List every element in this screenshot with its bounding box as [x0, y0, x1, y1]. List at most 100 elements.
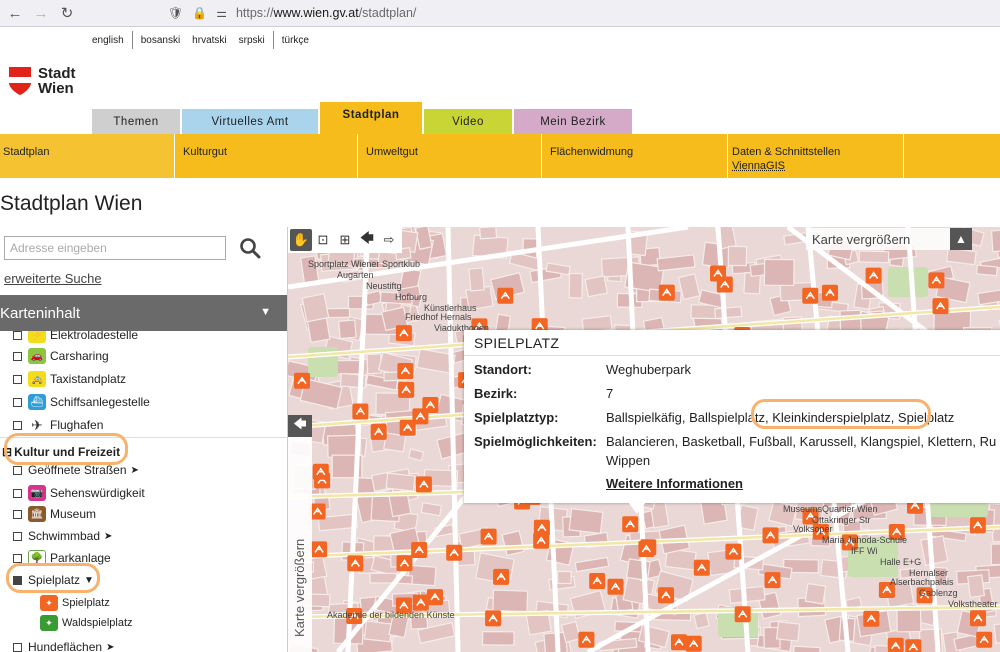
chevron-down-icon[interactable]: ▼ [260, 306, 271, 318]
layer-checkbox-checked[interactable] [13, 575, 22, 585]
subnav-kulturgut[interactable]: Kulturgut [175, 134, 358, 178]
playground-marker-icon[interactable] [887, 637, 904, 652]
lang-srpski[interactable]: srpski [231, 35, 273, 46]
layer-museum[interactable]: 🏛 Museum [13, 505, 96, 523]
layer-checkbox[interactable] [13, 351, 22, 361]
playground-marker-icon[interactable] [710, 265, 726, 282]
playground-marker-icon[interactable] [397, 363, 414, 379]
layer-checkbox[interactable] [13, 488, 22, 498]
layer-flughafen[interactable]: ✈ Flughafen [13, 416, 103, 434]
subnav-umweltgut[interactable]: Umweltgut [358, 134, 542, 178]
playground-marker-icon[interactable] [485, 610, 502, 627]
zoom-box-icon[interactable]: ⊡ [312, 229, 334, 251]
playground-marker-icon[interactable] [497, 287, 514, 304]
back-icon[interactable]: ← [2, 0, 28, 26]
playground-marker-icon[interactable] [693, 559, 710, 576]
playground-marker-icon[interactable] [578, 631, 595, 648]
playground-marker-icon[interactable] [622, 516, 639, 533]
playground-marker-icon[interactable] [802, 287, 819, 304]
playground-marker-icon[interactable] [446, 544, 463, 561]
playground-marker-icon[interactable] [734, 606, 751, 623]
hand-pan-icon[interactable]: ✋ [290, 229, 312, 251]
subnav-flaechenwidmung[interactable]: Flächenwidmung [542, 134, 728, 178]
chevron-right-icon[interactable]: ➤ [131, 465, 139, 476]
tab-video[interactable]: Video [424, 109, 512, 134]
layer-hundeflaechen[interactable]: Hundeflächen ➤ [13, 638, 114, 652]
playground-marker-icon[interactable] [399, 419, 416, 436]
layer-checkbox[interactable] [13, 397, 22, 407]
layer-checkbox[interactable] [13, 509, 22, 519]
advanced-search-link[interactable]: erweiterte Suche [4, 271, 102, 286]
playground-marker-icon[interactable] [969, 517, 986, 534]
tab-mein-bezirk[interactable]: Mein Bezirk [514, 109, 632, 134]
lang-tuerkce[interactable]: türkçe [274, 35, 317, 46]
playground-marker-icon[interactable] [976, 631, 993, 648]
karteninhalt-header[interactable]: Karteninhalt ▼ [0, 295, 287, 331]
map-view[interactable]: Sportplatz Wiener Sportklub Friedhof Hern… [288, 227, 1000, 652]
playground-marker-icon[interactable] [427, 589, 443, 606]
layer-checkbox[interactable] [13, 553, 22, 563]
map-enlarge-label[interactable]: Karte vergrößern [806, 228, 950, 250]
playground-marker-icon[interactable] [863, 610, 880, 627]
tab-themen[interactable]: Themen [92, 109, 180, 134]
minus-icon[interactable]: ⊟ [2, 445, 12, 459]
layer-checkbox[interactable] [13, 420, 22, 430]
playground-marker-icon[interactable] [411, 542, 428, 558]
playground-marker-icon[interactable] [422, 397, 439, 413]
playground-marker-icon[interactable] [398, 381, 415, 398]
playground-marker-icon[interactable] [347, 555, 364, 572]
layer-spielplatz[interactable]: Spielplatz ▼ [13, 571, 94, 589]
arrow-left-icon[interactable]: 🡄 [356, 229, 378, 251]
chevron-down-icon[interactable]: ▼ [84, 575, 94, 586]
zoom-extent-icon[interactable]: ⊞ [334, 229, 356, 251]
layer-geoeffnete-strassen[interactable]: Geöffnete Straßen ➤ [13, 461, 139, 479]
playground-marker-icon[interactable] [762, 527, 779, 544]
address-search-input[interactable] [4, 236, 226, 260]
url-bar[interactable]: 🛡 🔒 ⚌ https://www.wien.gv.at/stadtplan/ [168, 2, 416, 24]
tab-stadtplan[interactable]: Stadtplan [320, 102, 422, 134]
playground-marker-icon[interactable] [764, 572, 781, 589]
playground-marker-icon[interactable] [905, 639, 922, 652]
layer-checkbox[interactable] [13, 531, 22, 541]
lang-bosanski[interactable]: bosanski [133, 35, 188, 46]
layer-checkbox[interactable] [13, 374, 22, 384]
playground-marker-icon[interactable] [370, 423, 387, 440]
playground-marker-icon[interactable] [725, 543, 742, 560]
playground-marker-icon[interactable] [533, 532, 550, 549]
subnav-daten-schnittstellen[interactable]: Daten & Schnittstellen ViennaGIS [728, 134, 904, 178]
playground-marker-icon[interactable] [396, 555, 413, 572]
layer-elektroladestelle[interactable]: ⚡ Elektroladestelle [13, 331, 138, 344]
layer-checkbox[interactable] [13, 331, 22, 340]
layer-sehenswuerdigkeit[interactable]: 📷 Sehenswürdigkeit [13, 484, 145, 502]
layer-taxistandplatz[interactable]: 🚕 Taxistandplatz [13, 370, 126, 388]
playground-marker-icon[interactable] [589, 573, 606, 589]
layer-carsharing[interactable]: 🚗 Carsharing [13, 347, 109, 365]
playground-marker-icon[interactable] [822, 284, 838, 301]
lang-hrvatski[interactable]: hrvatski [188, 35, 230, 46]
playground-marker-icon[interactable] [638, 541, 655, 557]
collapse-sidebar-arrow-icon[interactable]: 🡄 [288, 415, 312, 437]
playground-marker-icon[interactable] [352, 403, 369, 420]
playground-marker-icon[interactable] [312, 463, 329, 480]
layer-parkanlage[interactable]: 🌳 Parkanlage [13, 549, 111, 567]
playground-marker-icon[interactable] [970, 610, 986, 627]
playground-marker-icon[interactable] [309, 503, 326, 520]
playground-marker-icon[interactable] [658, 284, 675, 301]
playground-marker-icon[interactable] [415, 476, 432, 493]
group-kultur-und-freizeit[interactable]: ⊟ Kultur und Freizeit [2, 443, 120, 461]
search-icon[interactable] [238, 236, 262, 260]
side-enlarge-bar[interactable]: Karte vergrößern [288, 437, 312, 652]
playground-marker-icon[interactable] [493, 568, 510, 585]
playground-marker-icon[interactable] [412, 594, 429, 611]
playground-marker-icon[interactable] [311, 541, 328, 558]
arrow-right-icon[interactable]: ⇨ [378, 229, 400, 251]
playground-marker-icon[interactable] [395, 325, 412, 342]
reload-icon[interactable]: ↻ [54, 0, 80, 26]
playground-marker-icon[interactable] [865, 267, 882, 284]
layer-schiffsanlegestelle[interactable]: ⛴ Schiffsanlegestelle [13, 393, 150, 411]
subnav-stadtplan[interactable]: Stadtplan [0, 134, 175, 178]
playground-marker-icon[interactable] [480, 528, 497, 545]
arrow-up-icon[interactable]: ▲ [950, 228, 972, 250]
playground-marker-icon[interactable] [671, 634, 687, 651]
forward-icon[interactable]: → [28, 0, 54, 26]
